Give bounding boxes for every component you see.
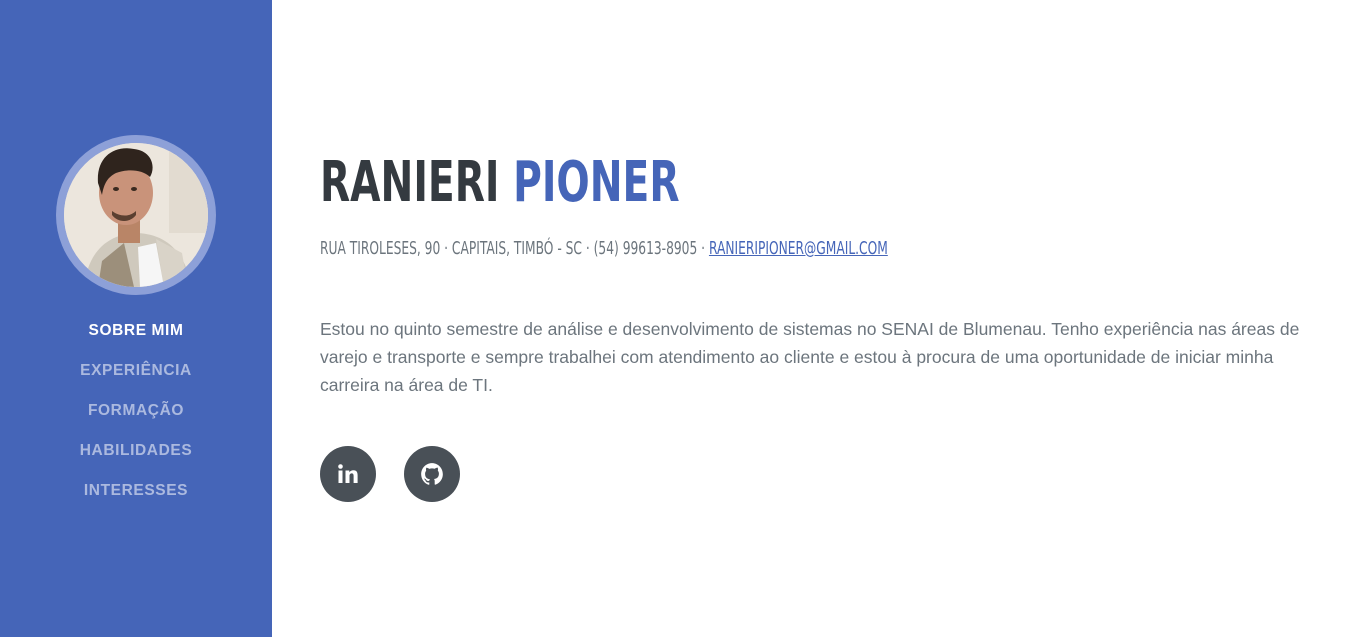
address-text: Rua Tiroleses, 90 · Capitais, Timbó - SC… [320, 239, 709, 259]
contact-line: Rua Tiroleses, 90 · Capitais, Timbó - SC… [320, 236, 888, 262]
nav-item-formacao[interactable]: Formação [0, 398, 272, 438]
nav-item-experiencia[interactable]: Experiência [0, 358, 272, 398]
nav-item-interesses[interactable]: Interesses [0, 478, 272, 518]
avatar-portrait-icon [64, 143, 208, 287]
page-title: Ranieri Pioner [320, 138, 680, 228]
nav-item-sobre-mim[interactable]: Sobre mim [0, 318, 272, 358]
nav-item-habilidades[interactable]: Habilidades [0, 438, 272, 478]
github-icon [421, 463, 443, 485]
sidebar-nav: Sobre mim Experiência Formação Habilidad… [0, 318, 272, 518]
bio-text: Estou no quinto semestre de análise e de… [320, 319, 1300, 395]
linkedin-button[interactable] [320, 446, 376, 502]
email-link[interactable]: ranieripioner@gmail.com [709, 239, 888, 259]
last-name: Pioner [513, 150, 680, 215]
first-name: Ranieri [320, 150, 500, 215]
linkedin-icon [338, 464, 358, 483]
sidebar: Sobre mim Experiência Formação Habilidad… [0, 0, 272, 637]
avatar [64, 143, 208, 287]
profile-photo[interactable] [56, 135, 216, 295]
github-button[interactable] [404, 446, 460, 502]
